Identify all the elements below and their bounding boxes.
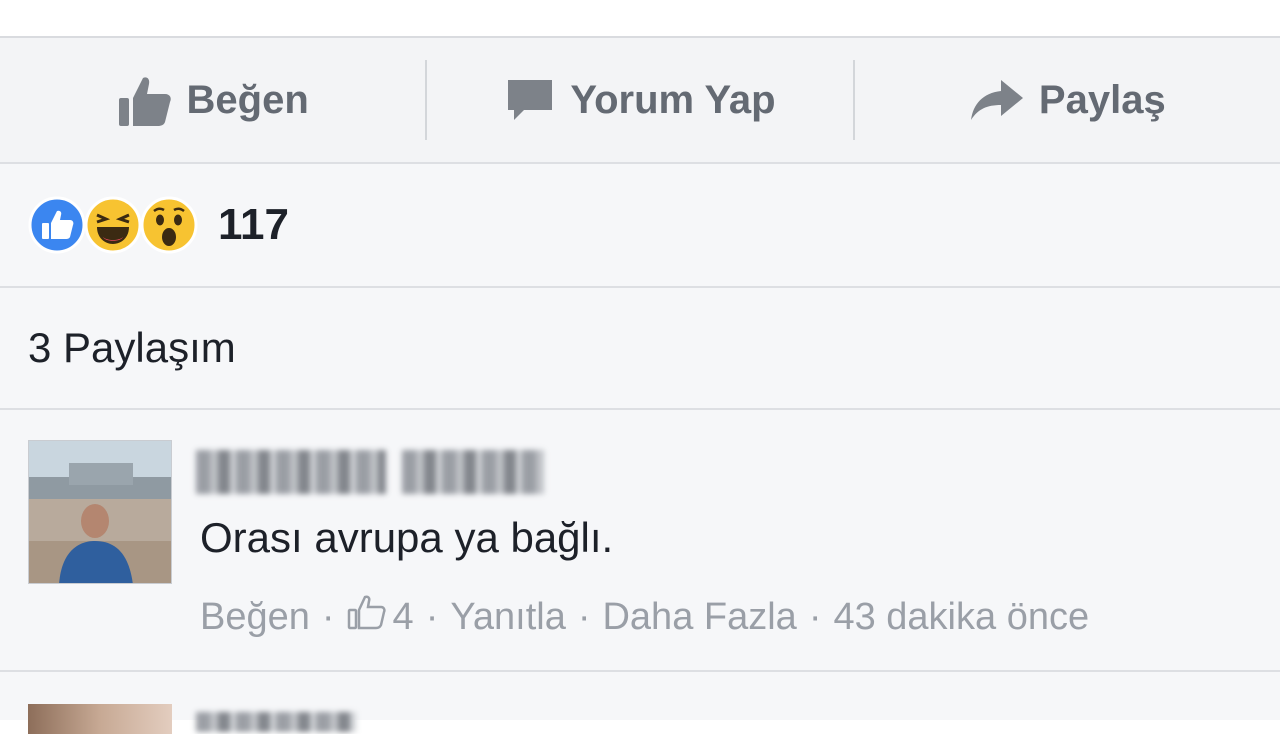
shares-label: 3 Paylaşım [28,324,236,371]
like-button[interactable]: Beğen [0,38,425,162]
share-button-label: Paylaş [1038,77,1166,122]
reactions-summary[interactable]: 117 [0,164,1280,288]
haha-reaction-icon [84,196,142,254]
comment-like-count[interactable]: 4 [393,596,414,639]
next-comment-item [0,672,1280,734]
separator-dot: · [425,595,439,638]
commenter-name-pixelated[interactable] [196,450,546,498]
reply-link[interactable]: Yanıtla [450,596,565,639]
pixelated-last-name [402,450,544,494]
shares-count[interactable]: 3 Paylaşım [0,288,1280,410]
comment-button-label: Yorum Yap [570,77,776,122]
comment-item: Orası avrupa ya bağlı. Beğen · 4 · Yanıt… [0,410,1280,672]
comment-text: Orası avrupa ya bağlı. [200,514,614,561]
comment-like-link[interactable]: Beğen [200,596,310,639]
comment-timestamp[interactable]: 43 dakika önce [833,596,1089,639]
share-arrow-icon [969,76,1025,124]
wow-reaction-icon [140,196,198,254]
thumbs-up-outline-icon [347,594,387,640]
like-button-label: Beğen [186,77,309,122]
separator-dot: · [321,595,335,638]
top-strip [0,0,1280,36]
share-button[interactable]: Paylaş [855,38,1280,162]
reaction-count: 117 [218,200,289,249]
like-reaction-icon [28,196,86,254]
comment-meta: Beğen · 4 · Yanıtla · Daha Fazla · 43 da… [200,594,1089,640]
pixelated-first-name [196,450,386,494]
speech-bubble-icon [504,74,556,126]
more-link[interactable]: Daha Fazla [602,596,796,639]
next-commenter-name-pixelated[interactable] [196,712,356,732]
comment-button[interactable]: Yorum Yap [427,38,852,162]
post-action-bar: Beğen Yorum Yap Paylaş [0,36,1280,164]
commenter-avatar[interactable] [28,440,172,584]
thumbs-up-icon [117,72,173,128]
separator-dot: · [577,595,591,638]
separator-dot: · [808,595,822,638]
next-commenter-avatar[interactable] [28,704,172,734]
